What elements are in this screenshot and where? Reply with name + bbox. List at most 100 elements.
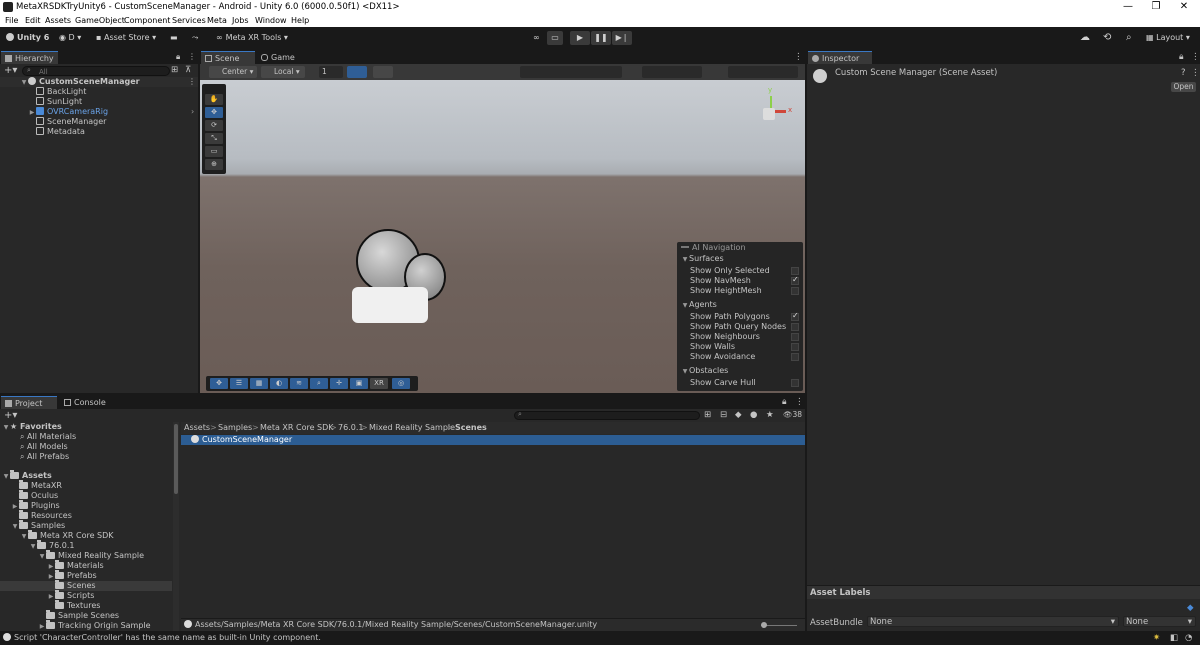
open-button[interactable]: Open bbox=[1171, 82, 1196, 92]
tab-project[interactable]: Project bbox=[1, 396, 57, 409]
checkbox-show-carve-hull[interactable] bbox=[791, 379, 799, 387]
compass-icon[interactable]: ◎ bbox=[392, 378, 410, 389]
project-tree-item[interactable]: Resources bbox=[0, 510, 172, 521]
sliders-icon[interactable]: ☰ bbox=[230, 378, 248, 389]
checkbox-show-avoidance[interactable] bbox=[791, 353, 799, 361]
asset-labels-header[interactable]: Asset Labels bbox=[807, 585, 1200, 599]
project-tree-item[interactable]: ▼ Samples bbox=[0, 520, 172, 531]
view-options[interactable] bbox=[642, 66, 702, 78]
breadcrumb-scenes[interactable]: Scenes bbox=[455, 423, 487, 433]
kebab-menu-icon[interactable]: ⋮ bbox=[795, 397, 804, 407]
asset-store-button[interactable]: ▪ Asset Store ▾ bbox=[96, 31, 156, 45]
hierarchy-scene-row[interactable]: ▼ CustomSceneManager ⋮ bbox=[0, 77, 198, 87]
scale-tool-icon[interactable]: ⤡ bbox=[205, 133, 223, 144]
project-tree-item[interactable]: ▼ Meta XR Core SDK bbox=[0, 530, 172, 541]
snap-value-input[interactable]: 1 bbox=[319, 66, 343, 78]
lock-icon[interactable]: 🔒︎ bbox=[1179, 52, 1184, 62]
scene-visibility-icon[interactable]: ⊞ bbox=[171, 65, 178, 75]
project-search-input[interactable]: ⌕ bbox=[514, 410, 700, 420]
checkbox-show-walls[interactable] bbox=[791, 343, 799, 351]
grid-snap-button[interactable] bbox=[347, 66, 367, 78]
tab-scene[interactable]: Scene bbox=[201, 51, 255, 64]
assetbundle-variant-dropdown[interactable]: None ▾ bbox=[1123, 616, 1196, 627]
project-tree-item[interactable]: Sample Scenes bbox=[0, 610, 172, 621]
hierarchy-search-input[interactable]: ⌕ All bbox=[22, 66, 170, 76]
rect-tool-icon[interactable]: ▭ bbox=[205, 146, 223, 157]
layout-dropdown[interactable]: ▦ Layout ▾ bbox=[1146, 31, 1190, 45]
file-list-item[interactable]: CustomSceneManager bbox=[181, 435, 805, 445]
checkbox-show-heightmesh[interactable] bbox=[791, 287, 799, 295]
status-message[interactable]: Script 'CharacterController' has the sam… bbox=[3, 633, 321, 643]
breadcrumb-samples[interactable]: Samples bbox=[218, 423, 252, 433]
menu-edit[interactable]: Edit bbox=[25, 14, 41, 27]
project-tree-item[interactable]: ▼ Mixed Reality Sample bbox=[0, 550, 172, 561]
gizmos-controls[interactable] bbox=[728, 66, 798, 78]
checkbox-show-path-polygons[interactable] bbox=[791, 311, 799, 321]
meta-link-icon[interactable]: ∞ bbox=[533, 31, 540, 45]
menu-assets[interactable]: Assets bbox=[45, 14, 71, 27]
icon-size-slider[interactable] bbox=[761, 622, 797, 628]
hierarchy-item-sunlight[interactable]: SunLight bbox=[36, 97, 82, 107]
menu-window[interactable]: Window bbox=[255, 14, 287, 27]
play-button[interactable]: ▶ bbox=[570, 31, 590, 45]
orientation-gizmo[interactable]: y x bbox=[748, 86, 798, 136]
lock-icon[interactable]: 🔒︎ bbox=[176, 52, 180, 62]
project-tree-item[interactable]: Textures bbox=[0, 600, 172, 611]
section-obstacles[interactable]: ▼ Obstacles bbox=[681, 366, 729, 376]
hand-tool-icon[interactable]: ✋ bbox=[205, 94, 223, 105]
hierarchy-item-metadata[interactable]: Metadata bbox=[36, 127, 85, 137]
kebab-menu-icon[interactable]: ⋮ bbox=[1191, 52, 1200, 62]
step-button[interactable]: ▶❘ bbox=[612, 31, 632, 45]
close-button[interactable]: ✕ bbox=[1170, 0, 1198, 14]
kebab-menu-icon[interactable]: ⋮ bbox=[794, 52, 803, 62]
menu-jobs[interactable]: Jobs bbox=[232, 14, 249, 27]
hierarchy-item-ovrcamerarig[interactable]: ▶ OVRCameraRig › bbox=[28, 107, 198, 117]
lighting-icon[interactable]: ✷ bbox=[1153, 633, 1160, 643]
progress-icon[interactable]: ◧ bbox=[1170, 633, 1178, 643]
section-agents[interactable]: ▼ Agents bbox=[681, 300, 717, 310]
menu-gameobject[interactable]: GameObject bbox=[75, 14, 125, 27]
tab-inspector[interactable]: Inspector bbox=[808, 51, 872, 64]
filter-icon[interactable]: ⊼ bbox=[185, 65, 191, 75]
checkbox-show-neighbours[interactable] bbox=[791, 333, 799, 341]
pan-icon[interactable]: ✛ bbox=[330, 378, 348, 389]
grid-icon[interactable]: ▦ bbox=[250, 378, 268, 389]
breadcrumb-meta-xr-core-sdk[interactable]: Meta XR Core SDK bbox=[260, 423, 334, 433]
menu-file[interactable]: File bbox=[5, 14, 18, 27]
orbit-icon[interactable]: ◐ bbox=[270, 378, 288, 389]
move-icon[interactable]: ✥ bbox=[210, 378, 228, 389]
section-surfaces[interactable]: ▼ Surfaces bbox=[681, 254, 724, 264]
device-sim-button[interactable]: ▭ bbox=[547, 31, 563, 45]
assetbundle-dropdown[interactable]: None ▾ bbox=[867, 616, 1119, 627]
maximize-button[interactable]: ❐ bbox=[1142, 0, 1170, 14]
transform-tool-icon[interactable]: ⊕ bbox=[205, 159, 223, 170]
version-control-icon[interactable]: ⤳ bbox=[192, 31, 198, 45]
pivot-center-dropdown[interactable]: Center ▾ bbox=[209, 66, 257, 78]
favorites-header[interactable]: ▼ ★ Favorites bbox=[2, 422, 62, 432]
menu-help[interactable]: Help bbox=[291, 14, 309, 27]
add-icon[interactable]: +▾ bbox=[4, 410, 17, 421]
checkbox-show-navmesh[interactable] bbox=[791, 275, 799, 285]
camera-icon[interactable] bbox=[352, 287, 428, 323]
zoom-icon[interactable]: ⌕ bbox=[310, 378, 328, 389]
breadcrumb-assets[interactable]: Assets bbox=[184, 423, 210, 433]
search-icon[interactable]: ⌕ bbox=[1126, 31, 1132, 45]
performance-icon[interactable]: ◔ bbox=[1185, 633, 1192, 643]
hierarchy-item-scenemanager[interactable]: SceneManager bbox=[36, 117, 106, 127]
help-icon[interactable]: ? bbox=[1181, 68, 1186, 78]
hierarchy-item-backlight[interactable]: BackLight bbox=[36, 87, 86, 97]
project-tree-item[interactable]: ▶ Materials bbox=[0, 560, 172, 571]
tab-console[interactable]: Console bbox=[60, 396, 110, 409]
record-icon[interactable]: ▣ bbox=[350, 378, 368, 389]
meta-xr-tools-button[interactable]: ∞ Meta XR Tools ▾ bbox=[216, 31, 288, 45]
project-tree-item[interactable]: ▶ Plugins bbox=[0, 500, 172, 511]
search-by-type-icon[interactable]: ⊞ bbox=[704, 410, 711, 420]
project-tree-item[interactable]: ▶ Tracking Origin Sample bbox=[0, 620, 172, 631]
chevron-right-icon[interactable]: ▶ bbox=[38, 622, 46, 631]
favorite-all-materials[interactable]: ⌕ All Materials bbox=[20, 432, 76, 442]
shading-modes[interactable] bbox=[520, 66, 622, 78]
search-by-label-icon[interactable]: ⊟ bbox=[720, 410, 727, 420]
move-tool-icon[interactable]: ✥ bbox=[205, 107, 223, 118]
project-tree-item[interactable]: ▶ Scripts bbox=[0, 590, 172, 601]
info-icon[interactable]: ● bbox=[750, 410, 757, 420]
